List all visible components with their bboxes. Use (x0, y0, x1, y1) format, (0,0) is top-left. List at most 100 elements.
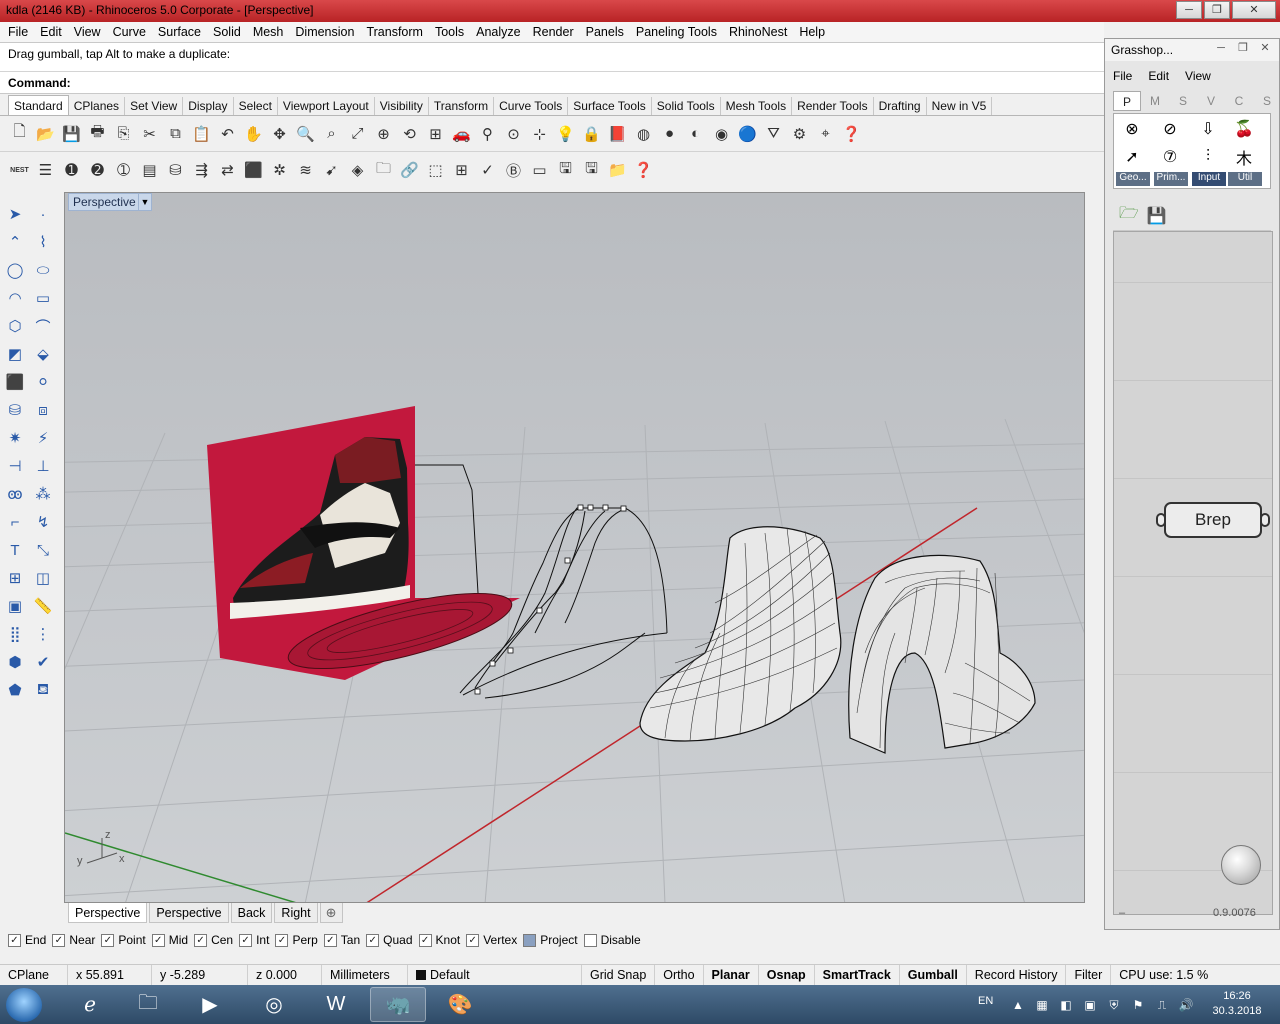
viewport-title[interactable]: Perspective (68, 193, 141, 211)
check-tool-icon[interactable]: ✓ (476, 159, 499, 182)
select-arrow-icon[interactable]: ➤ (3, 202, 27, 226)
gh-category-geometry[interactable]: Geo... (1116, 172, 1150, 186)
menu-render[interactable]: Render (527, 22, 580, 42)
menu-transform[interactable]: Transform (360, 22, 429, 42)
geometry-param-icon[interactable]: ⊗ (1118, 116, 1146, 142)
new-file-icon[interactable]: 🗋 (8, 122, 31, 145)
help-icon[interactable]: ❓ (840, 122, 863, 145)
print-icon[interactable]: 🖶 (86, 122, 109, 145)
gh-maximize-button[interactable]: ❐ (1233, 41, 1253, 57)
osnap-knot[interactable]: ✓ Knot (418, 933, 460, 947)
osnap-mid[interactable]: ✓ Mid (151, 933, 188, 947)
gh-category-primitive[interactable]: Prim... (1154, 172, 1188, 186)
tray-connection-icon[interactable]: ⎍ (1154, 997, 1170, 1013)
spheres-icon[interactable]: ⚪ (31, 370, 55, 394)
text-icon[interactable]: T (3, 538, 27, 562)
save-icon[interactable]: 💾 (60, 122, 83, 145)
gh-menu-edit[interactable]: Edit (1148, 69, 1169, 83)
tray-security-icon[interactable]: ⛨ (1106, 997, 1122, 1013)
brep-output-port[interactable] (1260, 513, 1270, 527)
status-record-history[interactable]: Record History (967, 964, 1067, 986)
menu-file[interactable]: File (2, 22, 34, 42)
export-icon[interactable]: ⎘ (112, 122, 135, 145)
gh-tab-curve[interactable]: C (1225, 91, 1253, 111)
ungroup-icon[interactable]: ⁂ (31, 482, 55, 506)
ellipse-icon[interactable]: ⬭ (31, 258, 55, 282)
sheet-icon[interactable]: ➋ (86, 159, 109, 182)
gh-open-folder-icon[interactable]: 🗁 (1119, 202, 1139, 229)
paste-icon[interactable]: 📋 (190, 122, 213, 145)
status-planar[interactable]: Planar (704, 964, 759, 986)
tab-select[interactable]: Select (234, 97, 278, 115)
save-svg-icon[interactable]: 🖫 (554, 159, 577, 182)
input-slider-icon[interactable]: ⇩ (1194, 116, 1222, 142)
menu-rhinonest[interactable]: RhinoNest (723, 22, 793, 42)
tab-new-in-v5[interactable]: New in V5 (927, 97, 993, 115)
open-folder-icon[interactable]: 📁 (606, 159, 629, 182)
circle-icon[interactable]: ◯ (3, 258, 27, 282)
fillet-icon[interactable]: ⌐ (3, 510, 27, 534)
pan-hand-icon[interactable]: ✋ (242, 122, 265, 145)
osnap-project[interactable]: Project (523, 933, 578, 947)
tab-visibility[interactable]: Visibility (375, 97, 429, 115)
zoom-icon[interactable]: 🔍 (294, 122, 317, 145)
add-viewport-icon[interactable]: ⊕ (319, 903, 343, 923)
zoom-window-icon[interactable]: ⌕ (320, 122, 343, 145)
tab-viewport-layout[interactable]: Viewport Layout (278, 97, 375, 115)
open-file-icon[interactable]: 📂 (34, 122, 57, 145)
box-icon[interactable]: ⬛ (242, 159, 265, 182)
grid-icon[interactable]: ⊞ (450, 159, 473, 182)
rectangle-icon[interactable]: ▭ (31, 286, 55, 310)
mesh-solid-icon[interactable]: ⬟ (3, 678, 27, 702)
taskbar-file-explorer-icon[interactable]: 🗀 (120, 987, 176, 1022)
surface-corners-icon[interactable]: ◩ (3, 342, 27, 366)
status-filter[interactable]: Filter (1066, 964, 1112, 986)
numbered-sheets-icon[interactable]: ➊ (60, 159, 83, 182)
render-gear-icon[interactable]: ✷ (3, 426, 27, 450)
menu-help[interactable]: Help (793, 22, 831, 42)
tab-viewport-right[interactable]: Right (274, 903, 318, 923)
light-bulb-icon[interactable]: 💡 (554, 122, 577, 145)
taskbar-paint-icon[interactable]: 🎨 (432, 987, 488, 1022)
nest-icon[interactable]: NEST (8, 159, 31, 182)
save-hpgl-icon[interactable]: 🖫 (580, 159, 603, 182)
tray-nvidia-icon[interactable]: ◧ (1058, 997, 1074, 1013)
box-solid-icon[interactable]: ⬛ (3, 370, 27, 394)
status-layer[interactable]: Default (408, 964, 582, 986)
menu-analyze[interactable]: Analyze (470, 22, 526, 42)
gh-tab-maths[interactable]: M (1141, 91, 1169, 111)
taskbar-rhino-icon[interactable]: 🦏 (370, 987, 426, 1022)
taskbar-internet-explorer-icon[interactable]: ℯ (62, 987, 118, 1022)
status-grid-snap[interactable]: Grid Snap (582, 964, 656, 986)
polygon-icon[interactable]: ⬡ (3, 314, 27, 338)
graph-mapper-icon[interactable]: ⫶ (1194, 144, 1222, 170)
filter-icon[interactable]: ⛛ (762, 122, 785, 145)
menu-edit[interactable]: Edit (34, 22, 68, 42)
gh-menu-view[interactable]: View (1185, 69, 1211, 83)
zoom-extents-icon[interactable]: ⤢ (346, 122, 369, 145)
menu-panels[interactable]: Panels (580, 22, 630, 42)
tray-network-icon[interactable]: ▦ (1034, 997, 1050, 1013)
tab-transform[interactable]: Transform (429, 97, 495, 115)
tray-autodesk-icon[interactable]: ▲ (1010, 997, 1026, 1013)
polyline-icon[interactable]: ⌃ (3, 230, 27, 254)
viewport-menu-chevron-down-icon[interactable]: ▼ (138, 193, 152, 211)
menu-view[interactable]: View (68, 22, 107, 42)
status-cplane[interactable]: CPlane (0, 964, 68, 986)
tab-mesh-tools[interactable]: Mesh Tools (721, 97, 793, 115)
group-icon[interactable]: ꙭ (3, 482, 27, 506)
parts-icon[interactable]: ⛁ (164, 159, 187, 182)
cherry-icon[interactable]: 🍒 (1230, 116, 1258, 142)
transform-parts-icon[interactable]: ⇄ (216, 159, 239, 182)
menu-tools[interactable]: Tools (429, 22, 470, 42)
minimize-button[interactable]: ─ (1176, 1, 1202, 19)
tab-surface-tools[interactable]: Surface Tools (568, 97, 652, 115)
menu-mesh[interactable]: Mesh (247, 22, 290, 42)
offset-curves-icon[interactable]: ≋ (294, 159, 317, 182)
point-tool-icon[interactable]: · (31, 202, 55, 226)
tab-curve-tools[interactable]: Curve Tools (494, 97, 569, 115)
grasshopper-preview-sphere-icon[interactable] (1221, 845, 1261, 885)
align-icon[interactable]: ⋮ (31, 622, 55, 646)
array-icon[interactable]: ⊞ (3, 566, 27, 590)
layer-sheets-icon[interactable]: ▤ (138, 159, 161, 182)
